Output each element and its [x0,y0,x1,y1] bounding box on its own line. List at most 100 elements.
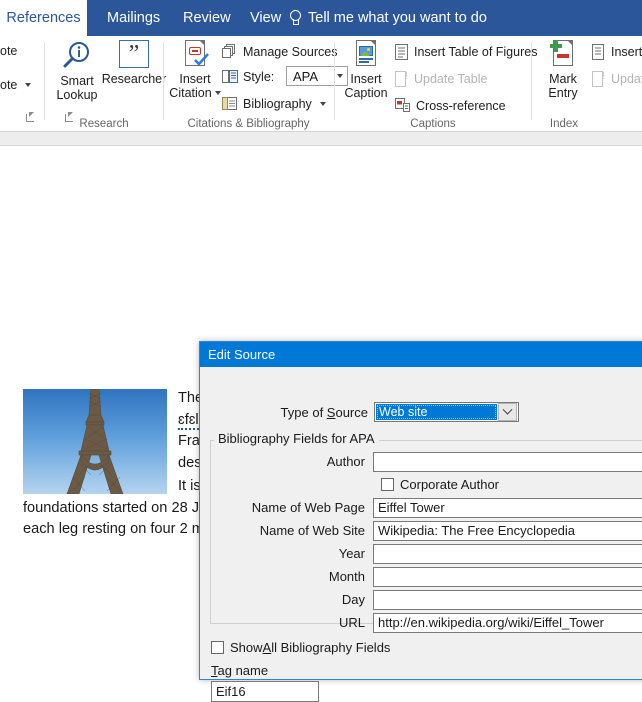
ruler-band [0,132,642,146]
show-all-bibliography-fields-row: Show All Bibliography Fields [211,640,390,655]
ribbon-group-citations: Insert Citation Manage Sources Style: AP… [164,36,348,132]
field-row-url: URL http://en.wikipedia.org/wiki/Eiffel_… [200,612,642,633]
update-table-label: Update Table [414,72,488,86]
insert-citation-button[interactable]: Insert Citation [166,40,224,100]
smart-lookup-button[interactable]: Smart Lookup [48,40,106,102]
chevron-down-icon[interactable] [319,101,326,106]
group-label-captions: Captions [410,118,456,130]
cross-reference-button[interactable]: Cross-reference [395,98,506,113]
tab-view-label: View [250,10,282,26]
insert-table-of-figures-label: Insert Table of Figures [414,45,538,59]
tab-references[interactable]: References [0,0,87,36]
mark-entry-icon [550,40,576,70]
update-index-icon: ! [592,71,605,87]
insert-footnote-clipped[interactable]: ote [0,44,17,58]
url-input[interactable]: http://en.wikipedia.org/wiki/Eiffel_Towe… [373,612,642,633]
url-label: URL [338,615,365,630]
insert-caption-label-2: Caption [344,85,388,100]
group-label-research: Research [79,118,129,130]
bibliography-icon [222,97,237,110]
group-label-citations: Citations & Bibliography [187,118,310,130]
mark-entry-button[interactable]: Mark Entry [534,40,592,100]
web-site-input[interactable]: Wikipedia: The Free Encyclopedia [373,520,642,541]
day-input[interactable] [373,589,642,610]
style-icon [222,70,238,83]
tos-a: Type of [280,405,327,420]
footnotes-dialog-launcher[interactable] [26,112,36,122]
ribbon-tab-bar: References Mailings Review View Tell me … [0,0,642,36]
cross-reference-icon [395,98,410,112]
ribbon-group-captions: Insert Caption Insert Table of Figures !… [335,36,537,132]
tag-name-label: Tag name [211,663,268,678]
para2-seg-a: It is [178,478,201,494]
corporate-author-label: Corporate Author [400,477,500,492]
type-of-source-value: Web site [376,404,497,420]
smart-lookup-icon [63,42,89,68]
tell-me-search[interactable]: Tell me what you want to do [288,0,487,36]
smart-lookup-label-2: Lookup [56,87,98,102]
insert-index-label: Insert In [611,45,642,59]
insert-index-button[interactable]: Insert In [592,44,642,60]
manage-sources-button[interactable]: Manage Sources [222,44,338,59]
bibliography-button[interactable]: Bibliography [222,96,326,111]
field-row-web-site: Name of Web Site Wikipedia: The Free Enc… [200,520,642,541]
tag-name-input[interactable]: Eif16 [211,681,319,702]
dialog-title-bar[interactable]: Edit Source [200,342,642,367]
day-label: Day [341,592,365,607]
insert-endnote-label: ote [0,78,18,92]
year-input[interactable] [373,543,642,564]
insert-citation-icon [182,40,209,70]
mark-entry-label-1: Mark [549,72,577,86]
type-of-source-dropdown[interactable]: Web site [374,402,519,422]
para2-seg-b: foundations started on 28 Jan [23,499,216,516]
para2-seg-c: each leg resting on four 2 m ( [23,521,213,537]
insert-caption-label-1: Insert [350,72,382,86]
table-of-figures-icon [395,44,408,60]
web-page-input[interactable]: Eiffel Tower [373,497,642,518]
smart-lookup-label-1: Smart [60,74,94,88]
tag-name-rest: ag name [217,663,269,678]
ribbon-group-footnotes: ote ote [0,36,46,132]
insert-table-of-figures-button[interactable]: Insert Table of Figures [395,44,537,60]
bibliography-label: Bibliography [243,96,312,111]
month-input[interactable] [373,566,642,587]
ribbon: ote ote Smart Lookup ” Researcher Resear… [0,36,642,132]
tag-name-value: Eif16 [216,684,246,699]
web-site-value: Wikipedia: The Free Encyclopedia [378,523,576,538]
tab-review[interactable]: Review [169,0,245,36]
show-all-checkbox[interactable] [211,641,224,654]
insert-caption-icon [353,40,379,70]
chevron-down-icon[interactable] [214,91,221,96]
update-index-button: ! Update [592,71,642,87]
style-row: Style: [222,69,274,84]
type-of-source-arrow[interactable] [498,403,517,421]
chevron-down-icon[interactable] [25,83,32,87]
insert-citation-label-1: Insert [179,72,211,86]
manage-sources-label: Manage Sources [243,44,338,59]
mark-entry-label-2: Entry [548,85,578,100]
ribbon-group-research: Smart Lookup ” Researcher Research [45,36,166,132]
insert-caption-button[interactable]: Insert Caption [337,40,395,100]
field-row-author: Author [200,451,642,472]
tab-view[interactable]: View [236,0,295,36]
tab-mailings[interactable]: Mailings [93,0,174,36]
tab-mailings-label: Mailings [107,10,161,26]
corporate-author-checkbox[interactable] [381,478,394,491]
corporate-author-row: Corporate Author [381,474,642,495]
bibliography-fields-legend: Bibliography Fields for APA [214,431,379,446]
web-page-value: Eiffel Tower [378,500,445,515]
author-input[interactable] [373,451,642,472]
update-table-button: ! Update Table [395,71,487,87]
field-row-month: Month [200,566,642,587]
show-all-a: Show [230,640,263,655]
edit-source-dialog[interactable]: Edit Source Type of Source Web site Bibl… [199,341,642,702]
field-row-year: Year [200,543,642,564]
lightbulb-icon [288,10,301,26]
insert-endnote-clipped[interactable]: ote [0,78,32,92]
tab-review-label: Review [183,10,231,26]
web-site-label: Name of Web Site [259,523,365,538]
update-index-label: Update [611,72,642,86]
insert-footnote-label: ote [0,44,18,58]
researcher-button[interactable]: ” Researcher [102,40,166,87]
style-label: Style: [243,69,275,84]
